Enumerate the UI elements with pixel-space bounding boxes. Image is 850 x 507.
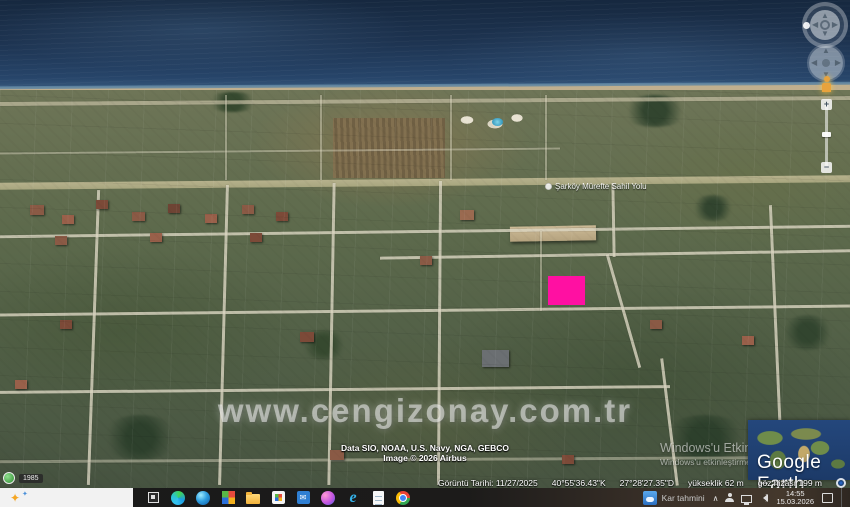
place-label[interactable]: Şarköy Mürefte Sahil Yolu xyxy=(545,182,647,191)
edge-beta-button[interactable] xyxy=(170,490,186,506)
file-explorer-icon xyxy=(246,494,260,504)
eye-altitude: göz hizası 199 m xyxy=(758,478,822,488)
search-highlight-icon-small: ✦ xyxy=(22,490,28,498)
show-desktop-button[interactable] xyxy=(841,488,846,507)
tray-expand-chevron[interactable]: ∧ xyxy=(713,494,719,503)
notepad-button[interactable] xyxy=(370,490,386,506)
pegman-body xyxy=(822,83,831,92)
taskbar-apps: ✉ e xyxy=(145,490,411,506)
image-date: Görüntü Tarihi: 11/27/2025 xyxy=(438,478,538,488)
zoom-handle[interactable] xyxy=(822,132,831,137)
look-up-arrow[interactable]: ▲ xyxy=(821,12,829,20)
taskbar-right: Kar tahmini ∧ 14:55 15.03.2026 xyxy=(643,488,850,507)
google-earth-window: Şarköy Mürefte Sahil Yolu www.cengizonay… xyxy=(0,0,850,507)
elevation: yükseklik 62 m xyxy=(688,478,744,488)
move-joystick[interactable]: ▲ ▼ ◀ ▶ xyxy=(809,46,843,80)
look-left-arrow[interactable]: ◀ xyxy=(812,21,818,29)
look-center-eye[interactable] xyxy=(820,20,830,30)
people-icon[interactable] xyxy=(725,493,734,502)
highlighted-parcel[interactable] xyxy=(548,276,585,305)
task-view-button[interactable] xyxy=(145,490,161,506)
windows-taskbar: ✦ ✦ ✉ e Kar tahmini ∧ xyxy=(0,488,850,507)
edge-beta-icon xyxy=(171,491,185,505)
mail-icon: ✉ xyxy=(297,491,310,504)
notepad-icon xyxy=(373,491,384,505)
weather-label: Kar tahmini xyxy=(662,493,705,503)
paint3d-button[interactable] xyxy=(320,490,336,506)
move-right-arrow[interactable]: ▶ xyxy=(835,59,841,67)
weather-widget[interactable]: Kar tahmini xyxy=(643,491,705,505)
move-center-dot[interactable] xyxy=(822,59,830,67)
file-explorer-button[interactable] xyxy=(245,490,261,506)
zoom-in-button[interactable]: + xyxy=(821,99,832,110)
look-joystick[interactable]: ▲ ▼ ◀ ▶ xyxy=(802,2,848,48)
move-up-arrow[interactable]: ▲ xyxy=(822,47,830,55)
store-button[interactable] xyxy=(270,490,286,506)
photos-mosaic-icon xyxy=(222,491,235,504)
internet-explorer-button[interactable]: e xyxy=(345,490,361,506)
zoom-out-button[interactable]: − xyxy=(821,162,832,173)
action-center-icon[interactable] xyxy=(822,493,833,503)
network-icon[interactable] xyxy=(741,495,752,503)
internet-explorer-icon: e xyxy=(349,490,356,506)
store-icon xyxy=(272,491,285,504)
search-highlight-icon: ✦ xyxy=(10,492,20,504)
pegman-head xyxy=(824,76,830,82)
place-label-text: Şarköy Mürefte Sahil Yolu xyxy=(555,182,647,191)
look-down-arrow[interactable]: ▼ xyxy=(821,30,829,38)
edge-button[interactable] xyxy=(195,490,211,506)
realtor-watermark: www.cengizonay.com.tr xyxy=(0,392,850,430)
north-knob[interactable] xyxy=(803,22,810,29)
move-left-arrow[interactable]: ◀ xyxy=(811,59,817,67)
photos-button[interactable] xyxy=(220,490,236,506)
look-right-arrow[interactable]: ▶ xyxy=(832,21,838,29)
weather-icon xyxy=(643,491,657,505)
poi-icon xyxy=(545,183,552,190)
longitude: 27°28'27.35"D xyxy=(620,478,674,488)
status-bar: Görüntü Tarihi: 11/27/2025 40°55'36.43"K… xyxy=(0,477,846,488)
taskbar-search-box[interactable]: ✦ ✦ xyxy=(0,488,133,507)
volume-icon[interactable] xyxy=(759,494,768,502)
zoom-slider[interactable]: + − xyxy=(821,99,832,173)
paint3d-icon xyxy=(321,491,335,505)
chrome-icon xyxy=(396,491,410,505)
streaming-indicator-icon xyxy=(836,478,846,488)
system-tray: ∧ xyxy=(713,493,769,503)
pegman-icon[interactable] xyxy=(820,76,833,94)
vignette xyxy=(0,0,850,507)
chrome-button[interactable] xyxy=(395,490,411,506)
clock-date: 15.03.2026 xyxy=(776,498,814,506)
mail-button[interactable]: ✉ xyxy=(295,490,311,506)
edge-icon xyxy=(196,491,210,505)
taskbar-clock[interactable]: 14:55 15.03.2026 xyxy=(776,490,814,506)
look-joystick-disc[interactable]: ▲ ▼ ◀ ▶ xyxy=(810,10,840,40)
task-view-icon xyxy=(148,492,159,503)
latitude: 40°55'36.43"K xyxy=(552,478,606,488)
